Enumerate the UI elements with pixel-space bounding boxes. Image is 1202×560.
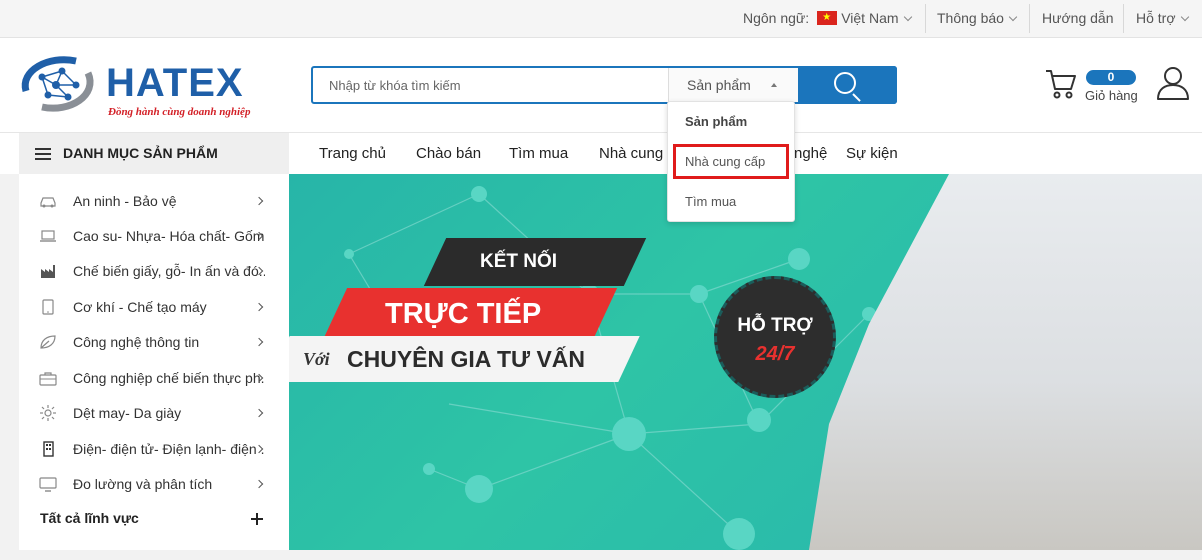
main-nav: DANH MỤC SẢN PHẨM Trang chủ Chào bán Tìm… xyxy=(0,132,1202,175)
dropdown-option-buy-requests[interactable]: Tìm mua xyxy=(668,182,794,222)
nav-link-technology[interactable]: nghệ xyxy=(794,133,827,174)
notifications-menu[interactable]: Thông báo xyxy=(937,0,1018,37)
divider xyxy=(1123,4,1124,33)
car-icon xyxy=(40,197,56,208)
plus-icon[interactable] xyxy=(251,513,263,525)
category-menu-button[interactable]: DANH MỤC SẢN PHẨM xyxy=(19,133,289,175)
search-bar: Sản phẩm xyxy=(311,66,897,104)
sidebar-item-label: An ninh - Bảo vệ xyxy=(73,193,177,209)
sidebar-item-textile[interactable]: Dệt may- Da giày xyxy=(19,396,289,431)
slogan-line-3-prefix: Với xyxy=(303,349,330,369)
slogan-line-3-box: Với CHUYÊN GIA TƯ VẤN xyxy=(289,336,640,382)
sidebar-item-security[interactable]: An ninh - Bảo vệ xyxy=(19,184,289,219)
sidebar-item-mechanical[interactable]: Cơ khí - Chế tạo máy xyxy=(19,290,289,325)
briefcase-icon xyxy=(39,372,57,386)
dropdown-option-suppliers[interactable]: Nhà cung cấp xyxy=(673,144,789,179)
sidebar-item-label: Đo lường và phân tích xyxy=(73,476,213,492)
support-247-badge: HỖ TRỢ 24/7 xyxy=(714,276,836,398)
language-label: Ngôn ngữ: xyxy=(743,10,810,26)
sidebar-item-label: Công nghệ thông tin xyxy=(73,334,200,350)
building-icon xyxy=(43,441,54,457)
sidebar-item-measurement[interactable]: Đo lường và phân tích xyxy=(19,467,289,502)
header: HATEX Đồng hành cùng doanh nghiệp Sản ph… xyxy=(0,38,1202,132)
category-menu-label: DANH MỤC SẢN PHẨM xyxy=(63,145,218,161)
chevron-down-icon xyxy=(903,12,912,22)
guide-link[interactable]: Hướng dẫn xyxy=(1042,0,1113,37)
sidebar-item-food-processing[interactable]: Công nghiệp chế biến thực ph... xyxy=(19,361,289,396)
sidebar-item-label: Cao su- Nhựa- Hóa chất- Gốm xyxy=(73,228,265,244)
sidebar-item-rubber-plastic[interactable]: Cao su- Nhựa- Hóa chất- Gốm xyxy=(19,219,289,254)
caret-up-icon xyxy=(771,83,777,87)
slogan-line-1-box: KẾT NỐI xyxy=(423,238,647,286)
search-button[interactable] xyxy=(798,66,897,104)
dropdown-option-products[interactable]: Sản phẩm xyxy=(668,102,794,142)
search-category-select[interactable]: Sản phẩm xyxy=(668,68,798,102)
sun-icon xyxy=(40,405,56,421)
logo-wordmark: HATEX xyxy=(106,61,244,105)
slogan-line-3: CHUYÊN GIA TƯ VẤN xyxy=(347,346,586,372)
sidebar-item-paper-wood[interactable]: Chế biến giấy, gỗ- In ấn và đó... xyxy=(19,254,289,289)
chevron-down-icon xyxy=(1180,12,1189,22)
sidebar-item-label: Điện- điện tử- Điện lạnh- điện ... xyxy=(73,441,265,457)
support-menu[interactable]: Hỗ trợ xyxy=(1136,0,1189,37)
divider xyxy=(1029,4,1030,33)
notifications-label: Thông báo xyxy=(937,10,1004,26)
support-badge-hours: 24/7 xyxy=(755,343,795,365)
leaf-icon xyxy=(40,335,56,349)
sidebar-item-label: Công nghiệp chế biến thực ph... xyxy=(73,370,265,386)
support-badge-title: HỖ TRỢ xyxy=(737,315,813,336)
nav-link-buy-requests[interactable]: Tìm mua xyxy=(509,133,568,174)
language-selector[interactable]: Ngôn ngữ: Việt Nam xyxy=(743,0,912,37)
nav-link-offers[interactable]: Chào bán xyxy=(416,133,481,174)
search-input[interactable] xyxy=(313,68,668,102)
hatex-logo[interactable]: HATEX Đồng hành cùng doanh nghiệp xyxy=(18,51,258,121)
cart-icon[interactable] xyxy=(1044,67,1078,101)
hamburger-icon xyxy=(35,148,51,160)
nav-link-suppliers[interactable]: Nhà cung xyxy=(599,133,663,174)
hero-banner[interactable]: KẾT NỐI TRỰC TIẾP Với CHUYÊN GIA TƯ VẤN … xyxy=(289,174,1202,550)
divider xyxy=(925,4,926,33)
cart-label[interactable]: Giỏ hàng xyxy=(1085,88,1138,103)
user-account-icon[interactable] xyxy=(1155,65,1191,101)
vietnam-flag-icon xyxy=(817,11,838,25)
nav-link-events[interactable]: Sự kiện xyxy=(846,133,898,174)
search-category-dropdown: Sản phẩm Nhà cung cấp Tìm mua xyxy=(667,101,795,222)
tablet-icon xyxy=(42,299,54,315)
sidebar-item-electronics[interactable]: Điện- điện tử- Điện lạnh- điện ... xyxy=(19,432,289,467)
slogan-line-1: KẾT NỐI xyxy=(480,251,558,272)
logo-network-icon xyxy=(21,56,94,112)
all-categories-link[interactable]: Tất cả lĩnh vực xyxy=(40,510,139,526)
top-bar: Ngôn ngữ: Việt Nam Thông báo Hướng dẫn Hỗ… xyxy=(0,0,1202,38)
sidebar-item-label: Chế biến giấy, gỗ- In ấn và đó... xyxy=(73,263,265,279)
slogan-line-2: TRỰC TIẾP xyxy=(385,298,542,330)
sidebar-item-label: Cơ khí - Chế tạo máy xyxy=(73,299,207,315)
laptop-icon xyxy=(40,230,56,242)
support-label: Hỗ trợ xyxy=(1136,10,1176,26)
factory-icon xyxy=(41,265,55,278)
cart-count-badge[interactable]: 0 xyxy=(1086,70,1136,85)
sidebar-item-it[interactable]: Công nghệ thông tin xyxy=(19,325,289,360)
sidebar-item-label: Dệt may- Da giày xyxy=(73,405,182,421)
chevron-down-icon xyxy=(1008,12,1018,22)
category-sidebar: An ninh - Bảo vệ Cao su- Nhựa- Hóa chất-… xyxy=(19,174,289,550)
nav-link-home[interactable]: Trang chủ xyxy=(319,133,386,174)
search-icon xyxy=(834,72,856,94)
logo-tagline: Đồng hành cùng doanh nghiệp xyxy=(108,106,251,118)
slogan-line-2-box: TRỰC TIẾP xyxy=(322,288,618,340)
monitor-icon xyxy=(39,477,57,492)
language-value: Việt Nam xyxy=(841,10,899,26)
search-category-value: Sản phẩm xyxy=(687,77,751,93)
